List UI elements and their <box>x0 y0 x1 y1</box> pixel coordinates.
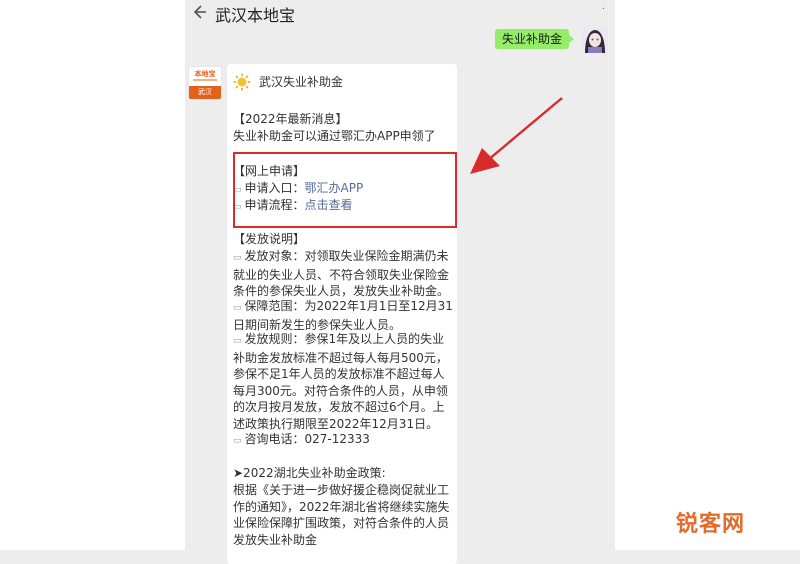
consult-phone-content: 咨询电话：027-12333 <box>244 432 370 446</box>
back-arrow-icon[interactable] <box>191 3 207 21</box>
release-heading: 【发放说明】 <box>233 232 306 246</box>
outgoing-message-bubble[interactable]: 失业补助金 <box>495 29 575 49</box>
chat-header: 武汉本地宝 · <box>185 0 615 26</box>
bullet-icon: ▭ <box>233 253 242 263</box>
sender-avatar-divider <box>193 79 217 81</box>
consult-phone-text: ▭ 咨询电话：027-12333 <box>233 431 455 450</box>
watermark-logo: 锐客网 <box>676 512 746 537</box>
chat-screen: 武汉本地宝 · 失业补助金 本地宝 武汉 武汉失业补助金 【2022年最新消息】… <box>185 0 615 564</box>
policy-text: 根据《关于进一步做好援企稳岗促就业工作的通知》，2022年湖北省将继续实施失业保… <box>233 483 450 547</box>
release-scope-content: 保障范围：为2022年1月1日至12月31日期间新发生的参保失业人员。 <box>233 299 453 332</box>
bullet-icon: ▭ <box>233 336 242 346</box>
card-brand-name: 武汉失业补助金 <box>259 75 344 89</box>
release-target-content: 发放对象：对领取失业保险金期满仍未就业的失业人员、不符合领取失业保险金条件的参保… <box>233 249 450 298</box>
release-rules-text: ▭ 发放规则：参保1年及以上人员的失业补助金发放标准不超过每人每月500元，参保不… <box>233 331 455 432</box>
sender-avatar[interactable]: 本地宝 武汉 <box>188 66 222 100</box>
release-target-text: ▭ 发放对象：对领取失业保险金期满仍未就业的失业人员、不符合领取失业保险金条件的参… <box>233 248 455 300</box>
user-avatar[interactable] <box>582 27 608 53</box>
annotation-highlight-box <box>233 152 457 228</box>
more-icon[interactable]: · <box>602 4 605 15</box>
sender-avatar-logo-text: 本地宝 <box>194 70 216 78</box>
sun-icon <box>233 73 251 91</box>
release-rules-content: 发放规则：参保1年及以上人员的失业补助金发放标准不超过每人每月500元，参保不足… <box>233 332 448 431</box>
policy-heading: ➤2022湖北失业补助金政策: <box>233 466 386 480</box>
news-text: 失业补助金可以通过鄂汇办APP申领了 <box>233 129 436 143</box>
incoming-message-card[interactable]: 武汉失业补助金 【2022年最新消息】 失业补助金可以通过鄂汇办APP申领了 【… <box>227 64 457 564</box>
user-avatar-image-icon <box>582 27 608 53</box>
bullet-icon: ▭ <box>233 436 242 446</box>
bullet-icon: ▭ <box>233 303 242 313</box>
sender-avatar-city: 武汉 <box>189 86 221 99</box>
release-scope-text: ▭ 保障范围：为2022年1月1日至12月31日期间新发生的参保失业人员。 <box>233 298 455 333</box>
right-backdrop <box>615 0 800 550</box>
chat-title: 武汉本地宝 <box>215 6 296 25</box>
left-backdrop <box>0 0 185 550</box>
news-heading: 【2022年最新消息】 <box>233 112 348 126</box>
